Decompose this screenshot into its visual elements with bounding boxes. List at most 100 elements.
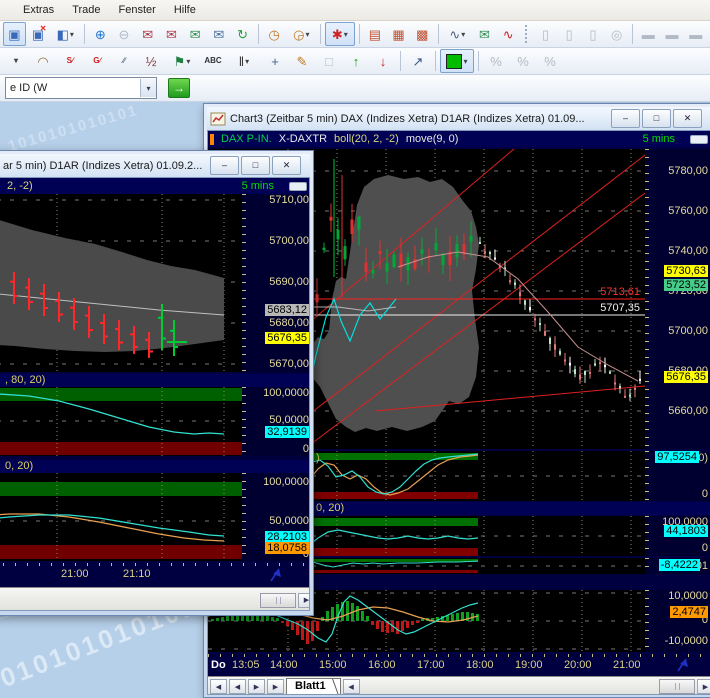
color-swatch[interactable]: ▾ xyxy=(440,49,474,73)
indicator-scale[interactable]: 100,000050,0000032,9139 xyxy=(242,387,310,456)
doc-left-icon[interactable]: ▯ xyxy=(558,22,581,46)
tab-first-button[interactable]: ◀ xyxy=(210,679,227,694)
grid-large-icon[interactable]: ▩ xyxy=(411,22,434,46)
price-scale[interactable]: 5710,005700,005690,005680,005670,005683,… xyxy=(242,194,310,372)
tab-last-button[interactable]: ▶ xyxy=(267,679,284,694)
close-button[interactable]: ✕ xyxy=(272,156,301,175)
flag-marker-icon[interactable]: ⚑▾ xyxy=(165,49,199,73)
chart3-titlebar[interactable]: Chart3 (Zeitbar 5 min) DAX (Indizes Xetr… xyxy=(207,107,710,130)
menu-hilfe[interactable]: Hilfe xyxy=(165,2,205,18)
vertical-line-icon[interactable]: ‖▾ xyxy=(227,49,261,73)
scrollbar-thumb[interactable] xyxy=(260,593,296,608)
arrow-down-icon[interactable]: ↓ xyxy=(370,49,396,73)
pencil-icon[interactable]: ✎ xyxy=(289,49,315,73)
minimize-button[interactable]: – xyxy=(611,109,640,128)
interval-label: 5 mins xyxy=(242,180,274,192)
tick-chart-icon[interactable]: ∿▾ xyxy=(443,22,473,46)
panel-grip[interactable] xyxy=(289,182,307,191)
zoom-in-icon[interactable]: ⊕ xyxy=(89,22,112,46)
text-tool-icon[interactable]: ABC xyxy=(200,49,226,73)
layout-1-icon[interactable]: ▬ xyxy=(637,22,660,46)
menu-fenster[interactable]: Fenster xyxy=(110,2,165,18)
scroll-right-button[interactable]: ▶ xyxy=(697,679,710,694)
search-binoculars-icon[interactable]: ◎ xyxy=(605,22,628,46)
indicator-scale[interactable]: 0)097,5254 xyxy=(645,451,710,501)
chart-line-icon[interactable]: ∿ xyxy=(497,22,520,46)
desktop-watermark: 1010101010101 xyxy=(6,102,140,155)
interval-clock-icon[interactable]: ◶▾ xyxy=(287,22,317,46)
left-main-panel[interactable]: 5710,005700,005690,005680,005670,005683,… xyxy=(0,194,310,372)
data-send-icon[interactable]: ✉ xyxy=(184,22,207,46)
refresh-icon[interactable]: ↻ xyxy=(231,22,254,46)
legend-indicator-boll: boll(20, 2, -2) xyxy=(334,133,399,145)
left-legend: 2, -2) 5 mins xyxy=(0,178,309,194)
doc-right-icon[interactable]: ▯ xyxy=(582,22,605,46)
arrow-up-icon[interactable]: ↑ xyxy=(343,49,369,73)
select-region-icon[interactable]: □ xyxy=(316,49,342,73)
link-2-icon[interactable]: % xyxy=(510,49,536,73)
layout-3-icon[interactable]: ▬ xyxy=(684,22,707,46)
chevron-down-icon[interactable]: ▾ xyxy=(140,79,156,97)
new-window-icon[interactable]: ◧▾ xyxy=(50,22,80,46)
link-3-icon[interactable]: % xyxy=(537,49,563,73)
price-marker: 5676,35 xyxy=(664,371,708,383)
price-marker: 2,4747 xyxy=(670,606,708,618)
data-window-icon[interactable]: ✉ xyxy=(208,22,231,46)
grid-medium-icon[interactable]: ▦ xyxy=(387,22,410,46)
scroll-left-button[interactable]: ◀ xyxy=(343,679,360,694)
s-trend-tool-icon[interactable]: S∕ xyxy=(57,49,83,73)
doc-up-icon[interactable]: ▯ xyxy=(534,22,557,46)
go-arrow-icon: → xyxy=(173,81,185,95)
price-marker: 44,1803 xyxy=(664,525,708,537)
tools-dropdown-icon[interactable]: ▾ xyxy=(3,49,29,73)
symbol-select[interactable]: e ID (W ▾ xyxy=(5,77,157,99)
scale-label: 5690,00 xyxy=(269,276,309,288)
close-button[interactable]: ✕ xyxy=(673,109,702,128)
fibonacci-tool-icon[interactable]: ½ xyxy=(138,49,164,73)
time-label: 21:00 xyxy=(61,568,89,580)
trend-arrow-icon[interactable]: ↗ xyxy=(405,49,431,73)
layout-2-icon[interactable]: ▬ xyxy=(661,22,684,46)
period-pinwheel-icon[interactable]: ✱▾ xyxy=(325,22,355,46)
g-trend-tool-icon[interactable]: G∕ xyxy=(84,49,110,73)
duplicate-window-icon[interactable]: ▣ xyxy=(3,22,26,46)
indicator-scale[interactable]: 100,000050,0000028,210318,0758 xyxy=(242,473,310,561)
grid-small-icon[interactable]: ▤ xyxy=(364,22,387,46)
panel-grip[interactable] xyxy=(690,135,708,144)
flag-icon[interactable] xyxy=(268,567,283,582)
tab-next-button[interactable]: ▶ xyxy=(248,679,265,694)
arc-tool-icon[interactable]: ◠ xyxy=(30,49,56,73)
parallel-lines-icon[interactable]: ∕∕ xyxy=(111,49,137,73)
minimize-button[interactable]: – xyxy=(210,156,239,175)
menu-trade[interactable]: Trade xyxy=(63,2,109,18)
indicator-scale[interactable]: 100,000044,18030 xyxy=(645,516,710,556)
close-window-icon[interactable]: ▣✕ xyxy=(27,22,50,46)
restore-button[interactable]: □ xyxy=(241,156,270,175)
legend-symbol-1: DAX P-IN. xyxy=(221,133,272,145)
left-time-axis[interactable]: 20:4521:0021:10 xyxy=(0,563,310,585)
tab-prev-button[interactable]: ◀ xyxy=(229,679,246,694)
tab-blatt1[interactable]: Blatt1 xyxy=(286,678,341,695)
zoom-out-icon[interactable]: ⊖ xyxy=(113,22,136,46)
chart3-time-axis[interactable]: Do13:0514:0015:0016:0017:0018:0019:0020:… xyxy=(208,654,710,674)
left-window-titlebar[interactable]: ar 5 min) D1AR (Indizes Xetra) 01.09.2..… xyxy=(0,154,310,177)
price-scale[interactable]: 5780,005760,005740,005720,005700,005680,… xyxy=(645,149,710,449)
move-tool-icon[interactable]: + xyxy=(262,49,288,73)
data-next-icon[interactable]: ✉ xyxy=(160,22,183,46)
indicator-scale[interactable]: 10,00002,47470-10,0000 xyxy=(645,590,710,652)
chart-mail-icon[interactable]: ✉ xyxy=(473,22,496,46)
menu-extras[interactable]: Extras xyxy=(14,2,63,18)
scrollbar-thumb[interactable] xyxy=(659,679,695,694)
left-ind1-panel[interactable]: 100,000050,0000032,9139 xyxy=(0,387,310,456)
legend-symbol-2: X-DAXTR xyxy=(279,133,327,145)
time-label: 20:00 xyxy=(564,659,592,671)
clock-icon[interactable]: ◷ xyxy=(263,22,286,46)
go-button[interactable]: → xyxy=(168,78,190,98)
left-ind2-panel[interactable]: 100,000050,0000028,210318,0758 xyxy=(0,473,310,561)
indicator-scale[interactable]: 01-8,4222 xyxy=(645,558,710,574)
link-1-icon[interactable]: % xyxy=(483,49,509,73)
flag-icon[interactable] xyxy=(675,657,690,672)
restore-button[interactable]: □ xyxy=(642,109,671,128)
scroll-right-button[interactable]: ▶ xyxy=(298,593,310,608)
data-prev-icon[interactable]: ✉ xyxy=(136,22,159,46)
